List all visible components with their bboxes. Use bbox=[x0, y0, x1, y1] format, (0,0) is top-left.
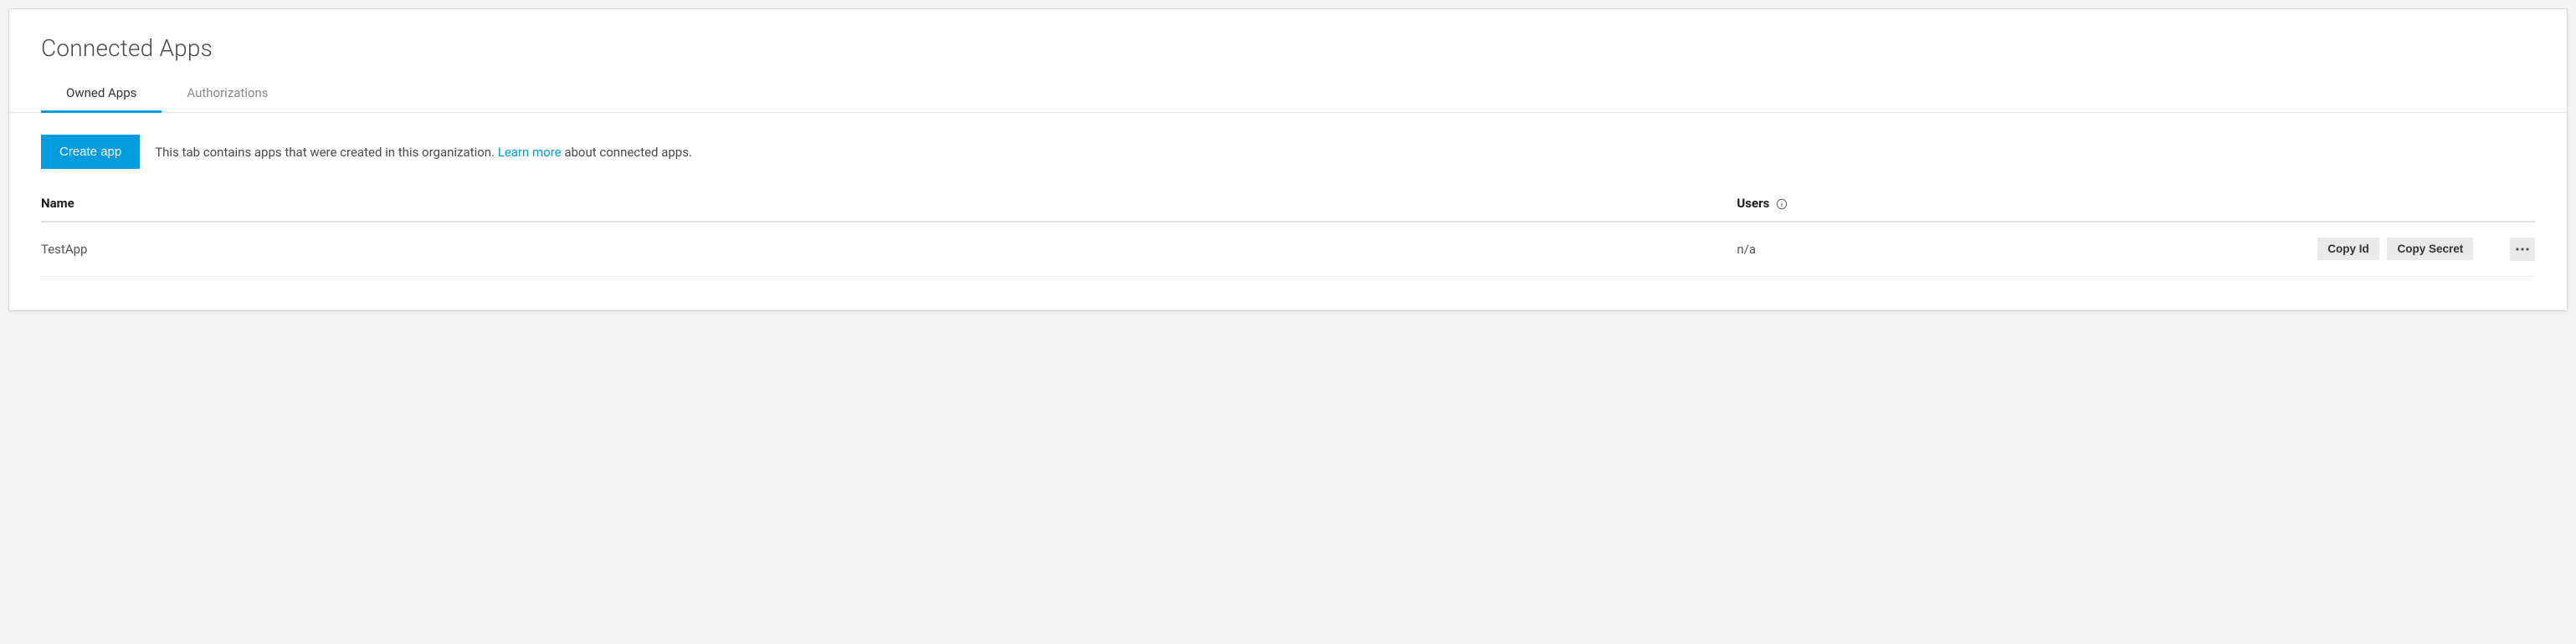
actions-cell: Copy Id Copy Secret bbox=[2086, 222, 2535, 277]
tab-owned-apps[interactable]: Owned Apps bbox=[41, 77, 162, 113]
tabs-container: Owned Apps Authorizations bbox=[9, 77, 2567, 113]
table-header-row: Name Users bbox=[41, 189, 2535, 222]
column-header-users: Users bbox=[1737, 189, 2086, 222]
copy-secret-button[interactable]: Copy Secret bbox=[2387, 238, 2473, 260]
page-title: Connected Apps bbox=[9, 9, 2567, 77]
apps-table: Name Users TestApp n/a bbox=[41, 189, 2535, 277]
column-header-actions bbox=[2086, 189, 2535, 222]
more-actions-button[interactable] bbox=[2510, 238, 2535, 261]
tab-authorizations[interactable]: Authorizations bbox=[162, 77, 293, 113]
users-cell: n/a bbox=[1737, 222, 2086, 277]
more-horizontal-icon bbox=[2516, 248, 2529, 251]
column-header-name: Name bbox=[41, 189, 1737, 222]
table-row: TestApp n/a Copy Id Copy Secret bbox=[41, 222, 2535, 277]
description-text-after: about connected apps. bbox=[562, 145, 692, 160]
tab-description: This tab contains apps that were created… bbox=[155, 145, 692, 160]
description-text-before: This tab contains apps that were created… bbox=[155, 145, 498, 160]
copy-id-button[interactable]: Copy Id bbox=[2317, 238, 2379, 260]
app-name-cell: TestApp bbox=[41, 222, 1737, 277]
connected-apps-panel: Connected Apps Owned Apps Authorizations… bbox=[8, 8, 2568, 311]
users-header-label: Users bbox=[1737, 196, 1769, 211]
toolbar: Create app This tab contains apps that w… bbox=[9, 113, 2567, 189]
info-circle-icon[interactable] bbox=[1776, 198, 1788, 210]
create-app-button[interactable]: Create app bbox=[41, 135, 140, 169]
learn-more-link[interactable]: Learn more bbox=[498, 145, 562, 160]
